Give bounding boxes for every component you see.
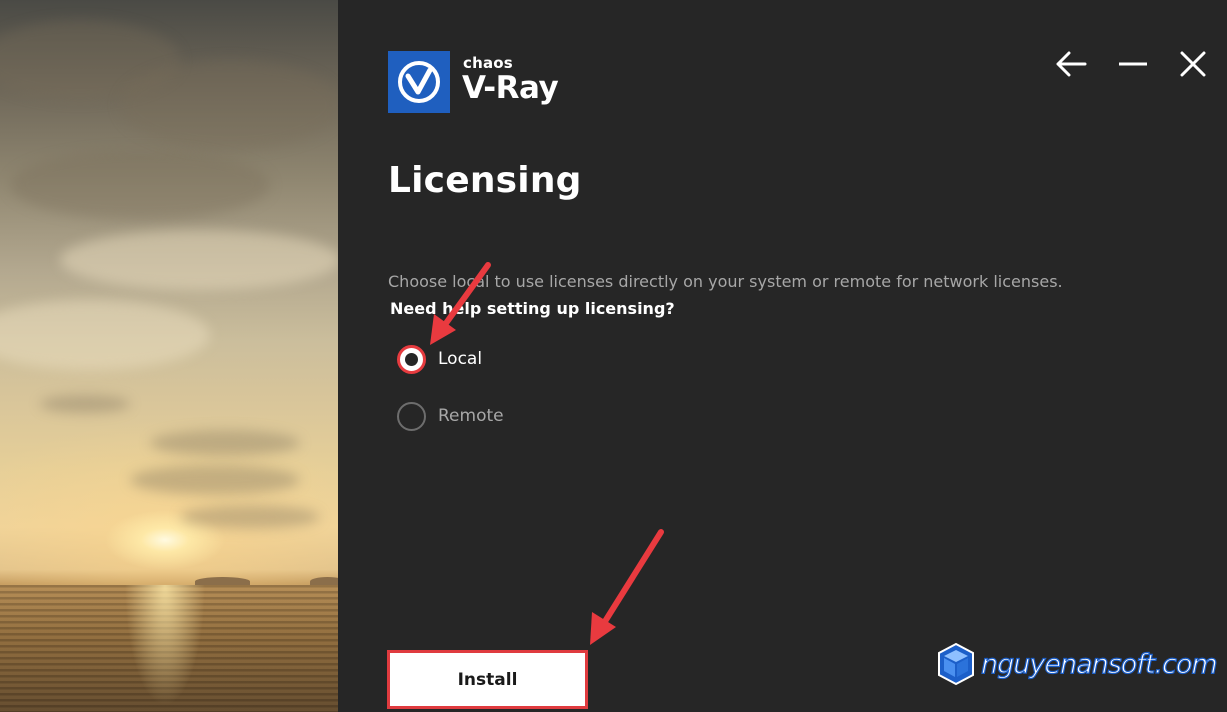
arrow-left-icon <box>1056 51 1087 77</box>
licensing-description: Choose local to use licenses directly on… <box>388 272 1063 291</box>
minimize-icon <box>1119 62 1147 66</box>
page-title: Licensing <box>388 160 582 201</box>
radio-remote-indicator[interactable] <box>397 401 426 431</box>
radio-local-selected-indicator[interactable] <box>397 344 426 374</box>
licensing-help-link[interactable]: Need help setting up licensing? <box>390 299 675 318</box>
watermark-text: nguyenansoft.com <box>980 648 1218 680</box>
brand-product-name: V-Ray <box>462 70 559 106</box>
install-button[interactable]: Install <box>387 650 588 709</box>
sunset-background-image <box>0 0 338 712</box>
radio-remote-label: Remote <box>438 406 504 426</box>
back-button[interactable] <box>1053 46 1089 82</box>
close-button[interactable] <box>1175 46 1211 82</box>
radio-option-local[interactable]: Local <box>397 344 482 374</box>
radio-local-label: Local <box>438 349 483 369</box>
watermark: nguyenansoft.com <box>937 642 1218 686</box>
cube-icon <box>938 642 974 686</box>
close-icon <box>1180 51 1206 77</box>
vray-logo-icon <box>388 51 450 113</box>
radio-option-remote[interactable]: Remote <box>397 401 504 431</box>
minimize-button[interactable] <box>1115 46 1151 82</box>
